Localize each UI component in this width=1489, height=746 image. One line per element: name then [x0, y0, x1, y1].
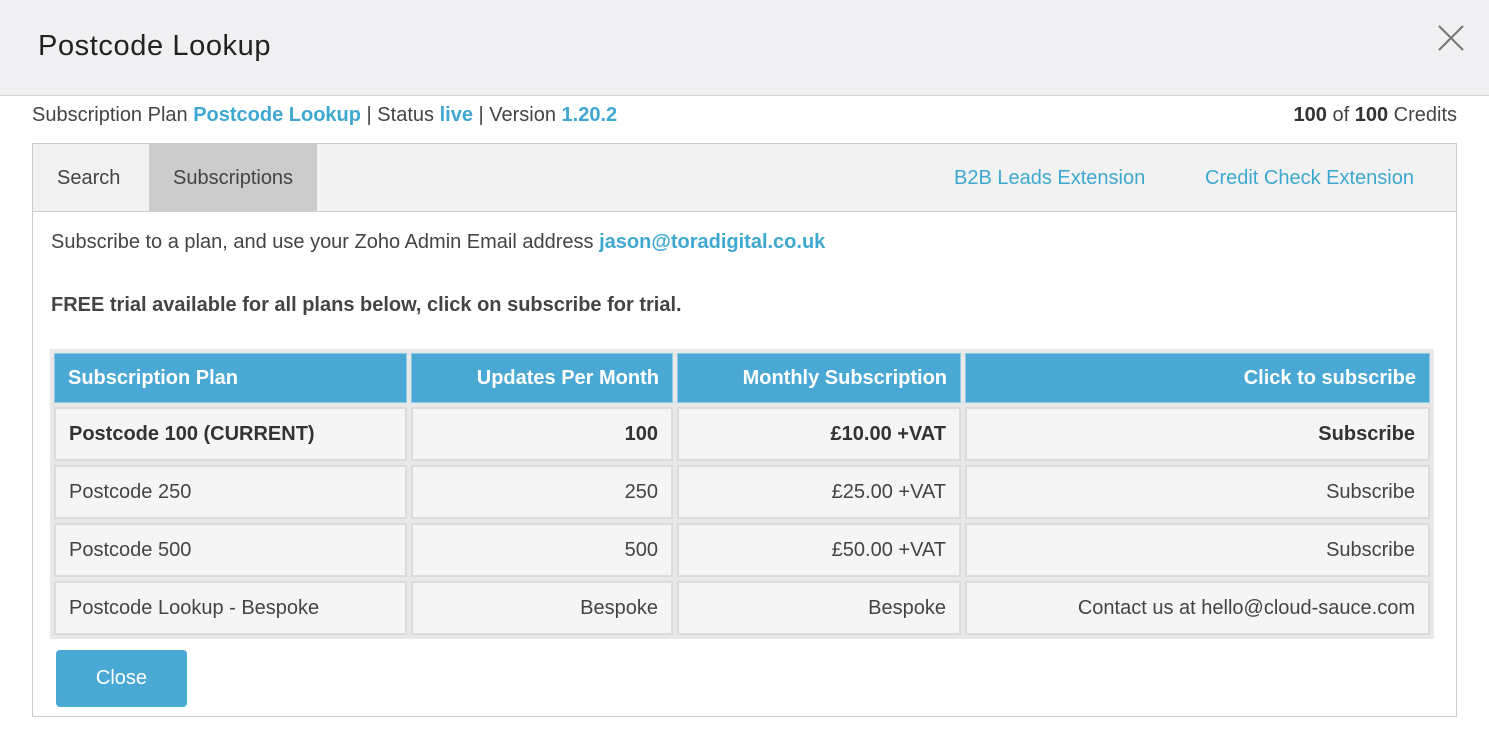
table-header-row: Subscription Plan Updates Per Month Mont… — [54, 353, 1430, 403]
subscribe-link[interactable]: Subscribe — [965, 523, 1430, 577]
plan-prefix: Subscription Plan — [32, 104, 194, 126]
price-cell: £10.00 +VAT — [677, 407, 961, 461]
intro-text: Subscribe to a plan, and use your Zoho A… — [51, 231, 825, 254]
credits-label: Credits — [1388, 104, 1457, 126]
price-cell: Bespoke — [677, 581, 961, 635]
subscription-plans-table: Subscription Plan Updates Per Month Mont… — [50, 349, 1434, 639]
header-monthly-subscription: Monthly Subscription — [677, 353, 961, 403]
tab-b2b-leads-extension[interactable]: B2B Leads Extension — [930, 144, 1169, 212]
header-updates-per-month: Updates Per Month — [411, 353, 673, 403]
tab-credit-check-extension[interactable]: Credit Check Extension — [1181, 144, 1438, 212]
updates-cell: 100 — [411, 407, 673, 461]
table-row: Postcode 100 (CURRENT) 100 £10.00 +VAT S… — [54, 407, 1430, 461]
subscribe-link[interactable]: Subscribe — [965, 465, 1430, 519]
intro-label: Subscribe to a plan, and use your Zoho A… — [51, 231, 600, 253]
version-value: 1.20.2 — [561, 104, 618, 126]
main-panel: Search Subscriptions B2B Leads Extension… — [32, 143, 1457, 717]
tab-search[interactable]: Search — [33, 144, 144, 212]
price-cell: £25.00 +VAT — [677, 465, 961, 519]
plan-name: Postcode Lookup — [193, 104, 361, 126]
credits-used: 100 — [1293, 104, 1327, 126]
plan-name-cell: Postcode 500 — [54, 523, 407, 577]
credits-counter: 100 of 100 Credits — [1294, 104, 1457, 127]
plan-name-cell: Postcode Lookup - Bespoke — [54, 581, 407, 635]
tab-subscriptions[interactable]: Subscriptions — [149, 144, 318, 212]
close-button[interactable]: Close — [56, 650, 187, 707]
header-click-to-subscribe: Click to subscribe — [965, 353, 1430, 403]
updates-cell: 250 — [411, 465, 673, 519]
updates-cell: 500 — [411, 523, 673, 577]
trial-notice: FREE trial available for all plans below… — [51, 294, 682, 316]
credits-total: 100 — [1354, 104, 1389, 126]
modal-title: Postcode Lookup — [38, 30, 272, 62]
table-row: Postcode 250 250 £25.00 +VAT Subscribe — [54, 465, 1430, 519]
credits-of: of — [1326, 104, 1355, 126]
plan-name-cell: Postcode 100 (CURRENT) — [54, 407, 407, 461]
subscribe-link[interactable]: Subscribe — [965, 407, 1430, 461]
plan-name-cell: Postcode 250 — [54, 465, 407, 519]
tab-bar: Search Subscriptions B2B Leads Extension… — [33, 144, 1456, 212]
modal-header: Postcode Lookup — [0, 0, 1489, 96]
updates-cell: Bespoke — [411, 581, 673, 635]
status-value: live — [439, 104, 473, 126]
table-row: Postcode 500 500 £50.00 +VAT Subscribe — [54, 523, 1430, 577]
status-prefix: | Status — [361, 104, 440, 126]
header-subscription-plan: Subscription Plan — [54, 353, 407, 403]
subscription-info-bar: Subscription Plan Postcode Lookup | Stat… — [32, 104, 1457, 130]
admin-email-link[interactable]: jason@toradigital.co.uk — [599, 231, 825, 253]
close-x-icon[interactable] — [1435, 22, 1467, 54]
price-cell: £50.00 +VAT — [677, 523, 961, 577]
table-row: Postcode Lookup - Bespoke Bespoke Bespok… — [54, 581, 1430, 635]
contact-us-cell: Contact us at hello@cloud-sauce.com — [965, 581, 1430, 635]
version-prefix: | Version — [472, 104, 562, 126]
subscription-summary: Subscription Plan Postcode Lookup | Stat… — [32, 104, 617, 127]
